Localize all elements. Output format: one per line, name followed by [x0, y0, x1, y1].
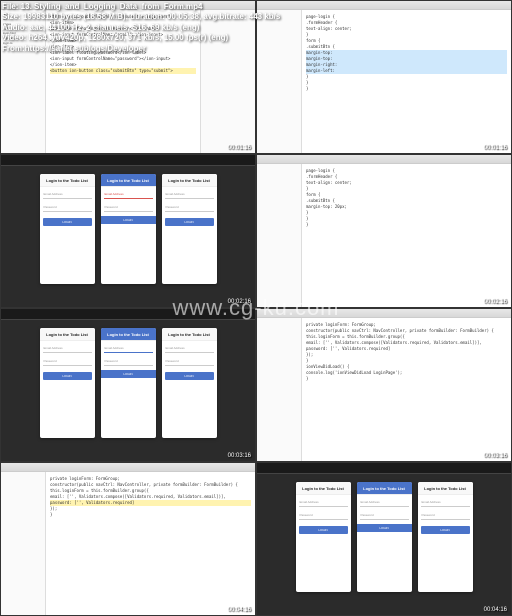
ide-toolbar — [257, 1, 511, 10]
meta-from: From:https://sanet.st/blogs/Developer — [2, 44, 280, 54]
password-input: Password — [165, 203, 214, 212]
password-input: Password — [360, 511, 409, 520]
code-editor: page-login { .formHeader { text-align: c… — [302, 10, 511, 154]
password-input: Password — [43, 357, 92, 366]
file-tree — [1, 472, 46, 616]
timestamp: 00:03:16 — [228, 453, 251, 459]
phone-mockup-android: Login to the Todo List Email Address Pas… — [101, 328, 156, 438]
email-input: Email Address — [104, 344, 153, 353]
password-input: Password — [421, 511, 470, 520]
login-button: LOGIN — [165, 372, 214, 380]
phone-title: Login to the Todo List — [40, 328, 95, 341]
timestamp: 00:02:16 — [484, 299, 507, 305]
phone-mockup-windows: Login to the Todo List Email Address Pas… — [162, 174, 217, 284]
phone-mockup-windows: Login to the Todo List Email Address Pas… — [418, 482, 473, 592]
phone-title: Login to the Todo List — [418, 482, 473, 495]
phone-title: Login to the Todo List — [357, 482, 412, 495]
password-input: Password — [104, 357, 153, 366]
ide-toolbar — [257, 309, 511, 318]
browser-toolbar — [257, 463, 511, 474]
email-input: Email Address — [165, 190, 214, 199]
code-editor: page-login { .formHeader { text-align: c… — [302, 164, 511, 308]
phone-mockup-windows: Login to the Todo List Email Address Pas… — [162, 328, 217, 438]
login-button: LOGIN — [43, 218, 92, 226]
code-editor: private loginForm: FormGroup; constructo… — [302, 318, 511, 462]
login-button: LOGIN — [43, 372, 92, 380]
phone-mockup-ios: Login to the Todo List Email Address Pas… — [40, 174, 95, 284]
email-input: Email Address — [43, 190, 92, 199]
thumbnail-7: private loginForm: FormGroup; constructo… — [0, 462, 256, 616]
phone-mockup-ios: Login to the Todo List Email Address Pas… — [296, 482, 351, 592]
ide-toolbar — [1, 463, 255, 472]
phone-title: Login to the Todo List — [296, 482, 351, 495]
login-button: LOGIN — [357, 524, 412, 532]
meta-audio: Audio: aac, 44100 Hz, 2 channels, S16, 6… — [2, 23, 280, 33]
phone-title: Login to the Todo List — [40, 174, 95, 187]
email-input: Email Address — [360, 498, 409, 507]
phone-title: Login to the Todo List — [162, 174, 217, 187]
timestamp: 00:03:16 — [484, 453, 507, 459]
password-input: Password — [299, 511, 348, 520]
email-input: Email Address — [299, 498, 348, 507]
phone-title: Login to the Todo List — [162, 328, 217, 341]
phone-title: Login to the Todo List — [101, 328, 156, 341]
file-metadata: File: 13. Styling_and_Logging_Data_from_… — [2, 2, 280, 54]
timestamp: 00:02:16 — [228, 299, 251, 305]
browser-toolbar — [1, 309, 255, 320]
password-input: Password — [104, 203, 153, 212]
meta-video: Video: h264, yuv420p, 1280x720, 371 kb/s… — [2, 33, 280, 43]
login-button: LOGIN — [299, 526, 348, 534]
timestamp: 00:04:16 — [228, 607, 251, 613]
thumbnail-5: Login to the Todo List Email Address Pas… — [0, 308, 256, 462]
thumbnail-6: private loginForm: FormGroup; constructo… — [256, 308, 512, 462]
email-input: Email Address — [421, 498, 470, 507]
file-tree — [257, 164, 302, 308]
phone-mockup-ios: Login to the Todo List Email Address Pas… — [40, 328, 95, 438]
meta-file: File: 13. Styling_and_Logging_Data_from_… — [2, 2, 280, 12]
thumbnail-3: Login to the Todo List Email Address Pas… — [0, 154, 256, 308]
meta-size: Size: 19983110 bytes (18.58 MiB), durati… — [2, 12, 280, 22]
phone-mockup-android: Login to the Todo List Email Address Pas… — [357, 482, 412, 592]
thumbnail-grid: app src pages login login.html login.scs… — [0, 0, 512, 616]
code-editor: private loginForm: FormGroup; constructo… — [46, 472, 255, 616]
login-button: LOGIN — [101, 370, 156, 378]
thumbnail-2: page-login { .formHeader { text-align: c… — [256, 0, 512, 154]
login-button: LOGIN — [101, 216, 156, 224]
login-button: LOGIN — [421, 526, 470, 534]
timestamp: 00:01:16 — [228, 145, 251, 151]
phone-title: Login to the Todo List — [101, 174, 156, 187]
email-input: Email Address — [165, 344, 214, 353]
password-input: Password — [165, 357, 214, 366]
login-button: LOGIN — [165, 218, 214, 226]
password-input: Password — [43, 203, 92, 212]
email-input: Email Address — [43, 344, 92, 353]
file-tree — [257, 318, 302, 462]
browser-toolbar — [1, 155, 255, 166]
email-input: Email Address — [104, 190, 153, 199]
timestamp: 00:01:16 — [484, 145, 507, 151]
thumbnail-4: page-login { .formHeader { text-align: c… — [256, 154, 512, 308]
ide-toolbar — [257, 155, 511, 164]
phone-mockup-android: Login to the Todo List Email Address Pas… — [101, 174, 156, 284]
thumbnail-8: Login to the Todo List Email Address Pas… — [256, 462, 512, 616]
timestamp: 00:04:16 — [484, 607, 507, 613]
